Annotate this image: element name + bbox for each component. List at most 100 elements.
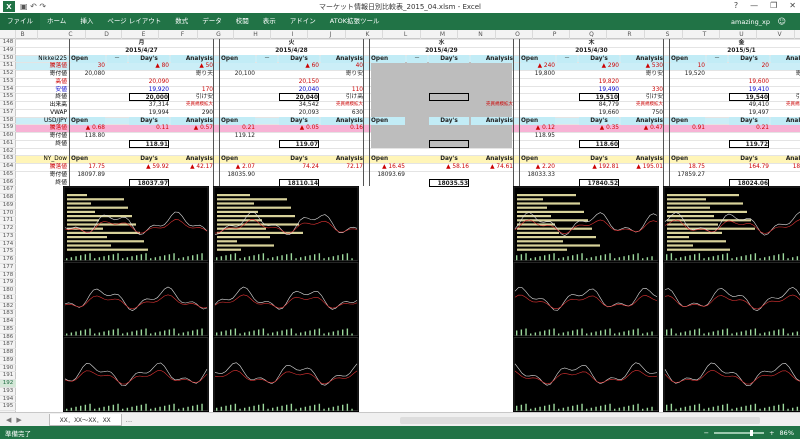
row-header-169[interactable]: 169 xyxy=(0,202,16,210)
column-header-C[interactable]: C xyxy=(56,30,86,39)
row-header-185[interactable]: 185 xyxy=(0,326,16,334)
row-header-157[interactable]: 157 xyxy=(0,109,16,117)
row-header-174[interactable]: 174 xyxy=(0,241,16,249)
row-header-172[interactable]: 172 xyxy=(0,225,16,233)
row-header-190[interactable]: 190 xyxy=(0,365,16,373)
row-header-192[interactable]: 192 xyxy=(0,380,16,388)
close-icon[interactable]: ✕ xyxy=(789,1,796,10)
row-header-168[interactable]: 168 xyxy=(0,194,16,202)
row-header-152[interactable]: 152 xyxy=(0,70,16,78)
row-header-187[interactable]: 187 xyxy=(0,341,16,349)
row-header-193[interactable]: 193 xyxy=(0,388,16,396)
zoom-slider-knob[interactable] xyxy=(750,429,754,436)
zoom-in-icon[interactable]: + xyxy=(769,429,774,437)
column-header-L[interactable]: L xyxy=(391,30,421,39)
redo-icon[interactable]: ↷ xyxy=(39,2,46,11)
row-header-189[interactable]: 189 xyxy=(0,357,16,365)
row-header-151[interactable]: 151 xyxy=(0,62,16,70)
account-name[interactable]: amazing_xp xyxy=(731,18,770,26)
column-header-K[interactable]: K xyxy=(353,30,383,39)
column-header-F[interactable]: F xyxy=(168,30,198,39)
row-header-191[interactable]: 191 xyxy=(0,372,16,380)
row-header-181[interactable]: 181 xyxy=(0,295,16,303)
column-header-J[interactable]: J xyxy=(316,30,346,39)
tab-page-layout[interactable]: ページ レイアウト xyxy=(100,13,168,30)
tab-insert[interactable]: 挿入 xyxy=(73,13,100,30)
row-header-154[interactable]: 154 xyxy=(0,86,16,94)
column-header-H[interactable]: H xyxy=(241,30,271,39)
tab-view[interactable]: 表示 xyxy=(256,13,283,30)
row-header-182[interactable]: 182 xyxy=(0,303,16,311)
horizontal-scrollbar[interactable] xyxy=(400,417,760,424)
row-header-163[interactable]: 163 xyxy=(0,155,16,163)
smiley-icon[interactable]: ☺ xyxy=(778,17,786,26)
row-header-170[interactable]: 170 xyxy=(0,210,16,218)
tab-review[interactable]: 校閲 xyxy=(229,13,256,30)
row-header-165[interactable]: 165 xyxy=(0,171,16,179)
minimize-icon[interactable]: — xyxy=(750,1,758,10)
volume-bar xyxy=(628,330,630,336)
row-header-155[interactable]: 155 xyxy=(0,93,16,101)
column-header-P[interactable]: P xyxy=(540,30,570,39)
cell-area[interactable]: Nikkei225 騰落値 寄付値 高値 安値 終値 出来高 VWAP USD/JPY 騰落値 寄付… xyxy=(16,39,800,412)
column-header-M[interactable]: M xyxy=(428,30,458,39)
column-header-V[interactable]: V xyxy=(765,30,795,39)
column-header-E[interactable]: E xyxy=(129,30,159,39)
row-header-171[interactable]: 171 xyxy=(0,217,16,225)
save-icon[interactable]: ▣ xyxy=(20,2,28,11)
row-header-183[interactable]: 183 xyxy=(0,310,16,318)
row-header-156[interactable]: 156 xyxy=(0,101,16,109)
row-header-180[interactable]: 180 xyxy=(0,287,16,295)
row-header-194[interactable]: 194 xyxy=(0,396,16,404)
row-header-161[interactable]: 161 xyxy=(0,140,16,148)
row-header-149[interactable]: 149 xyxy=(0,47,16,55)
row-header-175[interactable]: 175 xyxy=(0,248,16,256)
column-header-S[interactable]: S xyxy=(653,30,683,39)
sheet-nav-arrows[interactable]: ◀▶ xyxy=(6,416,27,424)
column-header-Q[interactable]: Q xyxy=(577,30,607,39)
row-header-173[interactable]: 173 xyxy=(0,233,16,241)
column-header-B[interactable]: B xyxy=(8,30,38,39)
zoom-out-icon[interactable]: − xyxy=(704,429,709,437)
tab-data[interactable]: データ xyxy=(195,13,229,30)
row-header-148[interactable]: 148 xyxy=(0,39,16,47)
row-header-188[interactable]: 188 xyxy=(0,349,16,357)
worksheet-grid[interactable]: B CDEFGHIJKLMNOPQRSTUV 148 149 150 151 152 153… xyxy=(0,30,800,412)
more-sheets-button[interactable]: ... xyxy=(126,416,133,424)
row-header-150[interactable]: 150 xyxy=(0,55,16,63)
row-header-159[interactable]: 159 xyxy=(0,124,16,132)
row-header-162[interactable]: 162 xyxy=(0,148,16,156)
tab-atok[interactable]: ATOK拡張ツール xyxy=(323,13,387,30)
row-header-195[interactable]: 195 xyxy=(0,403,16,411)
row-header-166[interactable]: 166 xyxy=(0,179,16,187)
tab-formulas[interactable]: 数式 xyxy=(168,13,195,30)
column-header-T[interactable]: T xyxy=(690,30,720,39)
row-header-167[interactable]: 167 xyxy=(0,186,16,194)
column-header-U[interactable]: U xyxy=(727,30,757,39)
sheet-tab[interactable]: XX．XX～XX．XX xyxy=(48,413,122,426)
column-header-D[interactable]: D xyxy=(92,30,122,39)
row-header-164[interactable]: 164 xyxy=(0,163,16,171)
row-header-158[interactable]: 158 xyxy=(0,117,16,125)
column-header-I[interactable]: I xyxy=(278,30,308,39)
zoom-control[interactable]: − + 86% xyxy=(704,429,794,437)
row-header-184[interactable]: 184 xyxy=(0,318,16,326)
row-header-186[interactable]: 186 xyxy=(0,334,16,342)
column-header-N[interactable]: N xyxy=(466,30,496,39)
row-header-179[interactable]: 179 xyxy=(0,279,16,287)
zoom-slider[interactable] xyxy=(714,429,765,436)
help-icon[interactable]: ? xyxy=(734,1,738,10)
restore-icon[interactable]: ❐ xyxy=(770,1,777,10)
row-header-153[interactable]: 153 xyxy=(0,78,16,86)
column-header-R[interactable]: R xyxy=(615,30,645,39)
tab-home[interactable]: ホーム xyxy=(40,13,73,30)
row-header-177[interactable]: 177 xyxy=(0,264,16,272)
row-header-160[interactable]: 160 xyxy=(0,132,16,140)
column-header-O[interactable]: O xyxy=(503,30,533,39)
tab-addins[interactable]: アドイン xyxy=(283,13,323,30)
undo-icon[interactable]: ↶ xyxy=(30,2,37,11)
column-header-G[interactable]: G xyxy=(204,30,234,39)
tab-file[interactable]: ファイル xyxy=(0,13,40,30)
row-header-176[interactable]: 176 xyxy=(0,256,16,264)
row-header-178[interactable]: 178 xyxy=(0,272,16,280)
